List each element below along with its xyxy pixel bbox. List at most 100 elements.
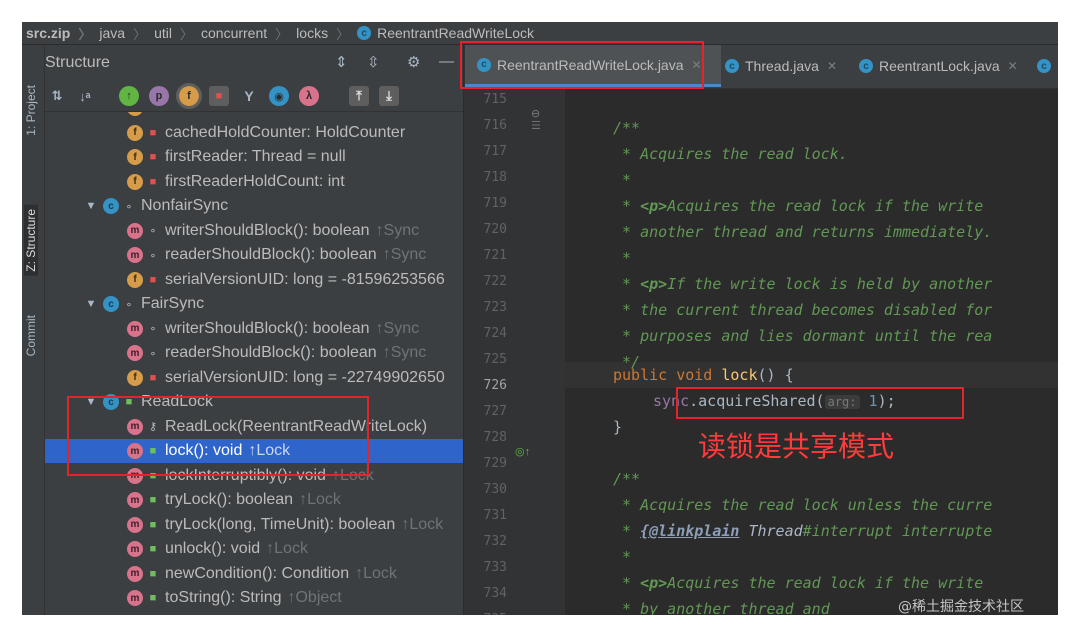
method-name: lock	[721, 366, 758, 384]
properties-icon[interactable]: p	[149, 86, 169, 106]
sort-visibility-icon[interactable]: ⇅	[47, 86, 67, 106]
commit-tool-tab[interactable]: Commit	[24, 315, 38, 356]
code-text: () {	[757, 366, 794, 384]
sort-alpha-icon[interactable]: ↓ᵃ	[75, 86, 95, 106]
code-line-733: *	[613, 548, 632, 566]
non-public-icon[interactable]: ■	[209, 86, 229, 106]
code-line-718: *	[613, 171, 632, 189]
comment-text: Acquires the read lock if the write	[667, 197, 984, 215]
doc-fold-icon[interactable]: ☰	[531, 119, 541, 132]
package-private-icon: ∘	[149, 323, 157, 335]
chevron-right-icon: 〉	[179, 26, 193, 42]
field-icon: f	[127, 124, 143, 141]
line-number: 735	[465, 612, 507, 615]
breadcrumb-item-src-zip[interactable]: src.zip 〉	[22, 24, 99, 43]
public-unlock-icon: ■	[149, 592, 157, 604]
package-private-icon: ∘	[149, 347, 157, 360]
tab-overflow[interactable]: c	[1037, 45, 1057, 87]
field-icon: f	[127, 173, 143, 190]
tree-node-member[interactable]: f ■ firstReader: Thread = null	[45, 145, 463, 169]
tab-thread[interactable]: c Thread.java ✕	[721, 45, 837, 87]
tree-node-member[interactable]: m ∘ writerShouldBlock(): boolean ↑Sync	[45, 317, 463, 341]
expand-all-icon[interactable]: ⇕	[335, 53, 348, 71]
line-number: 729	[483, 456, 507, 471]
structure-toolbar: ⇅ ↓ᵃ ↑ p f ■ Y ◉ λ ⤒ ⤓	[45, 81, 463, 112]
tree-node-label: readHolds: ThreadLocalHoldCounter	[165, 112, 425, 117]
public-unlock-icon: ■	[149, 567, 157, 580]
package-private-icon: ∘	[149, 249, 157, 262]
tree-node-member[interactable]: f ■ firstReaderHoldCount: int	[45, 170, 463, 194]
breadcrumb-item-java[interactable]: java 〉	[99, 24, 154, 43]
line-number: 727	[483, 404, 507, 419]
breadcrumb-item-concurrent[interactable]: concurrent 〉	[201, 24, 296, 43]
collapse-all-icon[interactable]: ⇳	[367, 53, 380, 71]
html-tag: <p>	[640, 574, 668, 592]
public-unlock-icon: ■	[149, 494, 157, 506]
breadcrumb-label: java	[99, 25, 126, 41]
inherited-icon[interactable]: ↑	[119, 86, 139, 106]
editor-gutter: ⊖ ◎↑ ☰ 715 716 717 718 719 720 721 722 723 724 725…	[465, 89, 565, 615]
structure-tree: f ■ readHolds: ThreadLocalHoldCounter f ■ cac…	[45, 112, 463, 615]
tree-node-member[interactable]: m ∘ readerShouldBlock(): boolean ↑Sync	[45, 243, 463, 267]
gear-icon[interactable]: ⚙	[407, 53, 420, 71]
breadcrumb-item-locks[interactable]: locks 〉	[296, 24, 357, 43]
lambda-ring-icon[interactable]: ◉	[269, 86, 289, 106]
tree-node-member[interactable]: m ■ toString(): String ↑Object	[45, 586, 463, 610]
tree-node-member[interactable]: m ■ unlock(): void ↑Lock	[45, 537, 463, 561]
tree-node-member[interactable]: f ■ serialVersionUID: long = -22749902650	[45, 366, 463, 390]
scroll-to-source-icon[interactable]: ⤒	[349, 86, 369, 106]
code-line-724: * purposes and lies dormant until the re…	[613, 327, 993, 345]
class-ref: Thread	[748, 522, 803, 540]
package-private-icon: ∘	[125, 200, 133, 213]
annotation-box-tab	[460, 41, 704, 89]
scroll-from-source-icon[interactable]: ⤓	[379, 86, 399, 106]
anonymous-icon[interactable]: Y	[239, 86, 259, 106]
watermark: @稀土掘金技术社区	[898, 599, 1024, 615]
tree-node-inherited-from: ↑Object	[287, 589, 342, 606]
breadcrumb-label: concurrent	[201, 25, 268, 41]
structure-tool-tab[interactable]: Z: Structure	[24, 205, 38, 276]
breadcrumb-label: util	[154, 25, 172, 41]
annotation-text: 读锁是共享模式	[698, 430, 895, 463]
javadoc-link[interactable]: {@linkplain	[640, 522, 739, 540]
tree-node-member[interactable]: m ■ tryLock(long, TimeUnit): boolean ↑Lock	[45, 513, 463, 537]
close-icon[interactable]: ✕	[1008, 59, 1018, 73]
chevron-down-icon[interactable]: ▼	[85, 298, 97, 310]
tree-node-class[interactable]: ▼ c ∘ FairSync	[45, 292, 463, 316]
lambda-icon[interactable]: λ	[299, 86, 319, 106]
tree-node-member[interactable]: f ■ cachedHoldCounter: HoldCounter	[45, 121, 463, 145]
tree-node-label: FairSync	[141, 295, 205, 312]
method-icon: m	[127, 590, 143, 606]
class-icon: c	[725, 59, 739, 73]
tree-node-member[interactable]: f ■ readHolds: ThreadLocalHoldCounter	[45, 112, 463, 120]
tree-node-member[interactable]: m ∘ readerShouldBlock(): boolean ↑Sync	[45, 341, 463, 365]
line-number: 719	[483, 196, 507, 211]
chevron-down-icon[interactable]: ▼	[85, 200, 97, 212]
line-number: 715	[483, 92, 507, 107]
line-number: 728	[483, 430, 507, 445]
implements-gutter-icon[interactable]: ◎↑	[515, 445, 530, 458]
minimize-icon[interactable]: —	[439, 53, 454, 70]
code-line-723: * the current thread becomes disabled fo…	[613, 301, 993, 319]
tree-node-member[interactable]: m ■ newCondition(): Condition ↑Lock	[45, 562, 463, 586]
field-icon: f	[127, 112, 143, 116]
chevron-right-icon: 〉	[275, 26, 289, 42]
close-icon[interactable]: ✕	[827, 59, 837, 73]
tree-node-member[interactable]: f ■ serialVersionUID: long = -81596253566	[45, 268, 463, 292]
breadcrumb-item-class[interactable]: c ReentrantReadWriteLock	[357, 25, 534, 41]
comment-text: If the write lock is held by another	[667, 275, 993, 293]
project-tool-tab[interactable]: 1: Project	[24, 85, 38, 136]
tree-node-member[interactable]: m ■ tryLock(): boolean ↑Lock	[45, 488, 463, 512]
method-icon: m	[127, 345, 143, 361]
line-number: 726	[483, 378, 507, 393]
comment-text: #interrupt interrupte	[802, 522, 993, 540]
tab-reentrantlock[interactable]: c ReentrantLock.java ✕	[855, 45, 1018, 87]
line-number: 716	[483, 118, 507, 133]
fields-icon[interactable]: f	[176, 83, 202, 109]
tree-node-inherited-from: ↑Sync	[382, 344, 427, 361]
breadcrumb-item-util[interactable]: util 〉	[154, 24, 201, 43]
code-area[interactable]: /** * Acquires the read lock. * * <p>Acq…	[565, 89, 1058, 615]
tree-node-class[interactable]: ▼ c ∘ NonfairSync	[45, 194, 463, 218]
tree-node-member[interactable]: m ∘ writerShouldBlock(): boolean ↑Sync	[45, 219, 463, 243]
public-unlock-icon: ■	[149, 518, 157, 531]
